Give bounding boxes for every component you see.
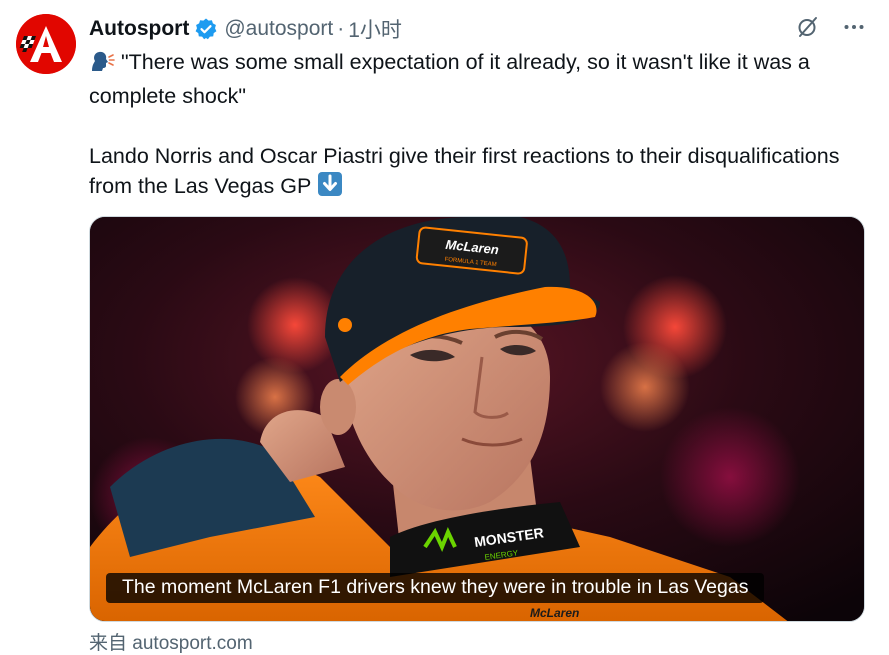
media-caption: The moment McLaren F1 drivers knew they … [106, 573, 765, 603]
tweet-quote-text: "There was some small expectation of it … [89, 50, 810, 108]
separator-dot: · [337, 17, 345, 40]
tweet-quote: "There was some small expectation of it … [89, 47, 879, 111]
driver-photo: McLaren FORMULA 1 TEAM MONSTER ENERGY Mc… [90, 217, 864, 621]
tweet-actions [795, 14, 867, 40]
author-name[interactable]: Autosport [89, 17, 189, 41]
down-arrow-emoji [317, 171, 343, 205]
autosport-logo-icon [16, 14, 76, 74]
tweet-text: "There was some small expectation of it … [89, 47, 879, 205]
verified-badge-icon [194, 17, 218, 41]
suit-brand: McLaren [530, 606, 579, 620]
tweet-body-text: Lando Norris and Oscar Piastri give thei… [89, 144, 840, 198]
more-icon[interactable] [841, 14, 867, 40]
post-time[interactable]: 1小时 [348, 14, 402, 44]
tweet-body: Lando Norris and Oscar Piastri give thei… [89, 141, 879, 205]
tweet-header: Autosport @autosport · 1小时 [89, 14, 402, 44]
speaking-head-emoji [89, 49, 115, 81]
media-card[interactable]: McLaren FORMULA 1 TEAM MONSTER ENERGY Mc… [89, 216, 865, 622]
author-avatar[interactable] [16, 14, 76, 74]
grok-icon[interactable] [795, 14, 821, 40]
author-handle[interactable]: @autosport [224, 17, 333, 41]
card-source-link[interactable]: 来自 autosport.com [89, 628, 253, 655]
